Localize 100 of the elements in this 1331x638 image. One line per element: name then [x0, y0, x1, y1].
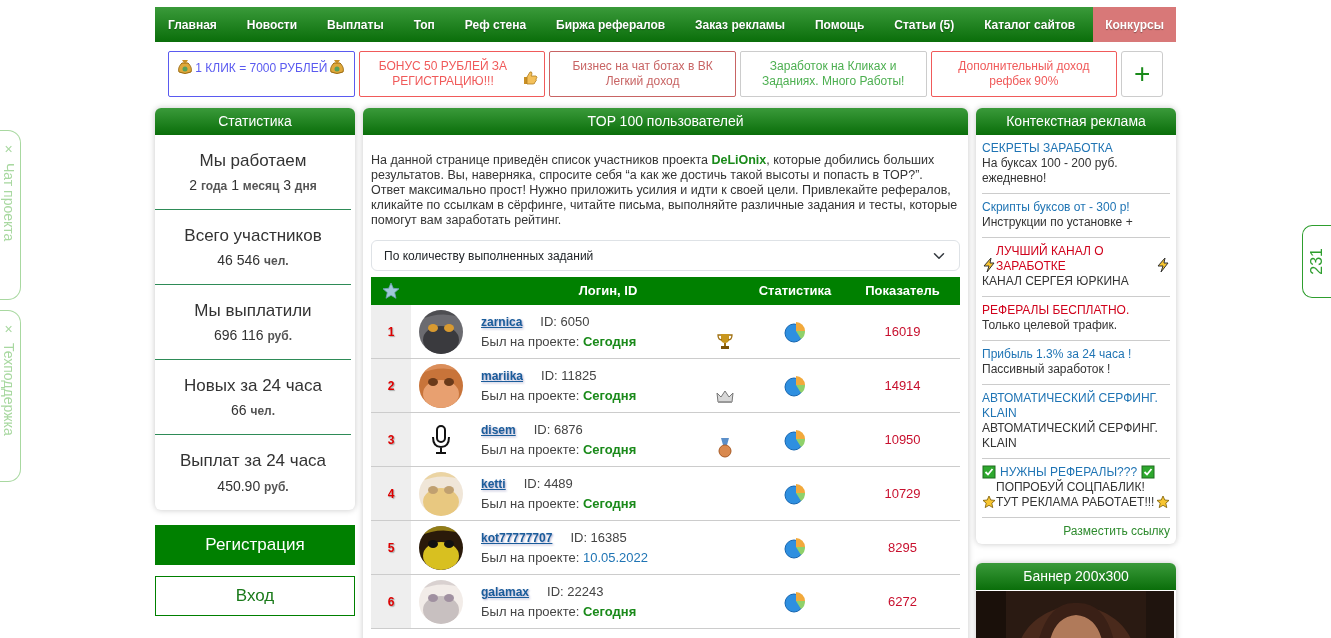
stat-value: 696 116 руб.: [213, 326, 293, 346]
add-button[interactable]: +: [1121, 51, 1164, 97]
ad-description: КАНАЛ СЕРГЕЯ ЮРКИНА: [982, 274, 1129, 288]
rank-cell: 5: [371, 521, 411, 574]
ad-banner[interactable]: 1 КЛИК = 7000 РУБЛЕЙ: [168, 51, 355, 97]
last-seen-value: Сегодня: [582, 495, 637, 511]
nav-link[interactable]: Заказ рекламы: [683, 7, 797, 42]
score-cell-text: 10950: [883, 430, 922, 449]
last-seen-value: Сегодня: [582, 333, 637, 349]
username-link[interactable]: zarnica: [481, 315, 523, 329]
login-button[interactable]: Вход: [155, 576, 355, 616]
column-header: Статистика: [757, 282, 833, 301]
user-id: ID: 4489: [523, 476, 573, 491]
star-icon: [382, 282, 400, 300]
username-link[interactable]: galamax: [481, 585, 530, 599]
ad-banner[interactable]: Заработок на Кликах и Заданиях. Много Работы!: [739, 51, 927, 97]
pie-chart-icon[interactable]: [784, 319, 806, 344]
ad-description: На буксах 100 - 200 руб. ежедневно!: [982, 156, 1118, 185]
register-button[interactable]: Регистрация: [155, 525, 355, 565]
pie-chart-icon[interactable]: [784, 481, 806, 506]
nav-link[interactable]: Каталог сайтов: [972, 7, 1088, 42]
user-id: ID: 11825: [541, 368, 597, 383]
money-bag-icon: [178, 59, 193, 74]
last-seen-label: Был на проекте:: [481, 603, 581, 619]
ad-link[interactable]: ЛУЧШИЙ КАНАЛ О ЗАРАБОТКЕ: [996, 244, 1156, 274]
last-seen-label: Был на проекте:: [481, 549, 581, 565]
user-id: ID: 22243: [547, 584, 604, 599]
stat-value: 66 чел.: [230, 401, 276, 421]
counter-tab[interactable]: 231: [1302, 225, 1331, 298]
panel-header: Баннер 200x300: [976, 563, 1176, 590]
username-link[interactable]: disem: [481, 423, 516, 437]
ad-description: Инструкции по установке +: [982, 215, 1133, 229]
username-link[interactable]: kot77777707: [481, 531, 553, 545]
column-header: Логин, ID: [577, 282, 639, 301]
ad-banner[interactable]: Дополнительный доход рефбек 90%: [930, 51, 1118, 97]
tab-label: Техподдержка: [0, 343, 18, 436]
pie-chart-icon[interactable]: [784, 589, 806, 614]
nav-link[interactable]: Помощь: [802, 7, 877, 42]
medal-icon: [717, 438, 733, 458]
last-seen-label: Был на проекте:: [481, 495, 581, 511]
score-cell-text: 14914: [883, 376, 922, 395]
last-seen-value: 10.05.2022: [582, 549, 648, 565]
last-seen-value: Сегодня: [582, 387, 637, 403]
ad-link[interactable]: Скрипты буксов от - 300 р!: [982, 200, 1170, 215]
score-cell-text: 16019: [883, 322, 922, 341]
ad-description: Пассивный заработок !: [982, 362, 1111, 376]
score-cell-text: 8295: [887, 538, 918, 557]
stat-value: 46 546 чел.: [217, 251, 289, 271]
intro-text: На данной странице приведён список участников проекта DeLiOnix, которые добились больших результатов. Вы, наверняка, спросите себя “а как же достичь такой высоты и попасть в TOP?”. Ответ максимально прост! Нужно приложить усилия и идти к своей цели. Привлекайте рефералов, кликайте по ссылкам в сёрфинге, читайте письма, выполняйте различные задания и тесты, которые помогут вам заработать рейтинг.: [370, 152, 959, 228]
nav-link[interactable]: Новости: [234, 7, 310, 42]
nav-link[interactable]: Статьи (5): [882, 7, 967, 42]
last-seen-label: Был на проекте:: [481, 441, 581, 457]
nav-link[interactable]: Топ: [401, 7, 447, 42]
rank-cell: 2: [371, 359, 411, 412]
panel-header: Статистика: [155, 108, 355, 135]
ad-link[interactable]: СЕКРЕТЫ ЗАРАБОТКА: [982, 141, 1170, 156]
stat-label: Мы выплатили: [194, 299, 312, 322]
stat-label: Мы работаем: [199, 149, 307, 172]
rank-cell: 4: [371, 467, 411, 520]
ad-text: 1 КЛИК = 7000 РУБЛЕЙ: [195, 61, 328, 75]
last-seen-label: Был на проекте:: [481, 333, 581, 349]
last-seen-value: Сегодня: [582, 441, 637, 457]
username-link[interactable]: ketti: [481, 477, 506, 491]
stat-label: Выплат за 24 часа: [179, 450, 327, 473]
thumbs-up-icon: [523, 70, 539, 85]
pie-chart-icon[interactable]: [784, 373, 806, 398]
pie-chart-icon[interactable]: [784, 535, 806, 560]
ad-text: БОНУС 50 РУБЛЕЙ ЗА РЕГИСТРАЦИЮ!!!: [377, 59, 509, 89]
place-link[interactable]: Разместить ссылку: [976, 518, 1176, 544]
ad-link[interactable]: НУЖНЫ РЕФЕРАЛЫ???: [1000, 465, 1138, 480]
microphone-icon: [430, 423, 452, 456]
pie-chart-icon[interactable]: [784, 427, 806, 452]
username-link[interactable]: mariika: [481, 369, 524, 383]
ad-link[interactable]: АВТОМАТИЧЕСКИЙ СЕРФИНГ. KLAIN: [982, 391, 1170, 421]
last-seen-value: Сегодня: [582, 603, 637, 619]
user-id: ID: 16385: [570, 530, 627, 545]
check-icon: [982, 465, 996, 479]
nav-link[interactable]: Реф стена: [452, 7, 539, 42]
stat-value: 450.90 руб.: [217, 476, 289, 496]
ad-link[interactable]: РЕФЕРАЛЫ БЕСПЛАТНО.: [982, 303, 1170, 318]
check-icon: [1141, 465, 1156, 479]
nav-link[interactable]: Главная: [156, 7, 229, 42]
user-id: ID: 6050: [540, 314, 590, 329]
nav-link[interactable]: Выплаты: [315, 7, 396, 42]
ad-text: Дополнительный доход рефбек 90%: [958, 59, 1090, 88]
ad-link[interactable]: Прибыль 1.3% за 24 часа !: [982, 347, 1170, 362]
sort-select[interactable]: По количеству выполненных заданий: [371, 240, 960, 271]
rank-cell: 1: [371, 305, 411, 358]
stat-label: Новых за 24 часа: [183, 374, 323, 397]
ad-description: АВТОМАТИЧЕСКИЙ СЕРФИНГ. KLAIN: [982, 421, 1158, 450]
nav-link[interactable]: Биржа рефералов: [544, 7, 678, 42]
stat-label: Всего участников: [184, 224, 322, 247]
star-icon: [1156, 495, 1170, 509]
user-id: ID: 6876: [533, 422, 583, 437]
crown-icon: [716, 390, 734, 404]
rank-cell: 3: [371, 413, 411, 466]
rank-cell: 6: [371, 575, 411, 628]
ad-banner[interactable]: Бизнес на чат ботах в ВК Легкий доход: [549, 51, 736, 97]
nav-link[interactable]: Конкурсы: [1093, 7, 1176, 42]
ad-banner[interactable]: БОНУС 50 РУБЛЕЙ ЗА РЕГИСТРАЦИЮ!!!: [358, 51, 546, 97]
